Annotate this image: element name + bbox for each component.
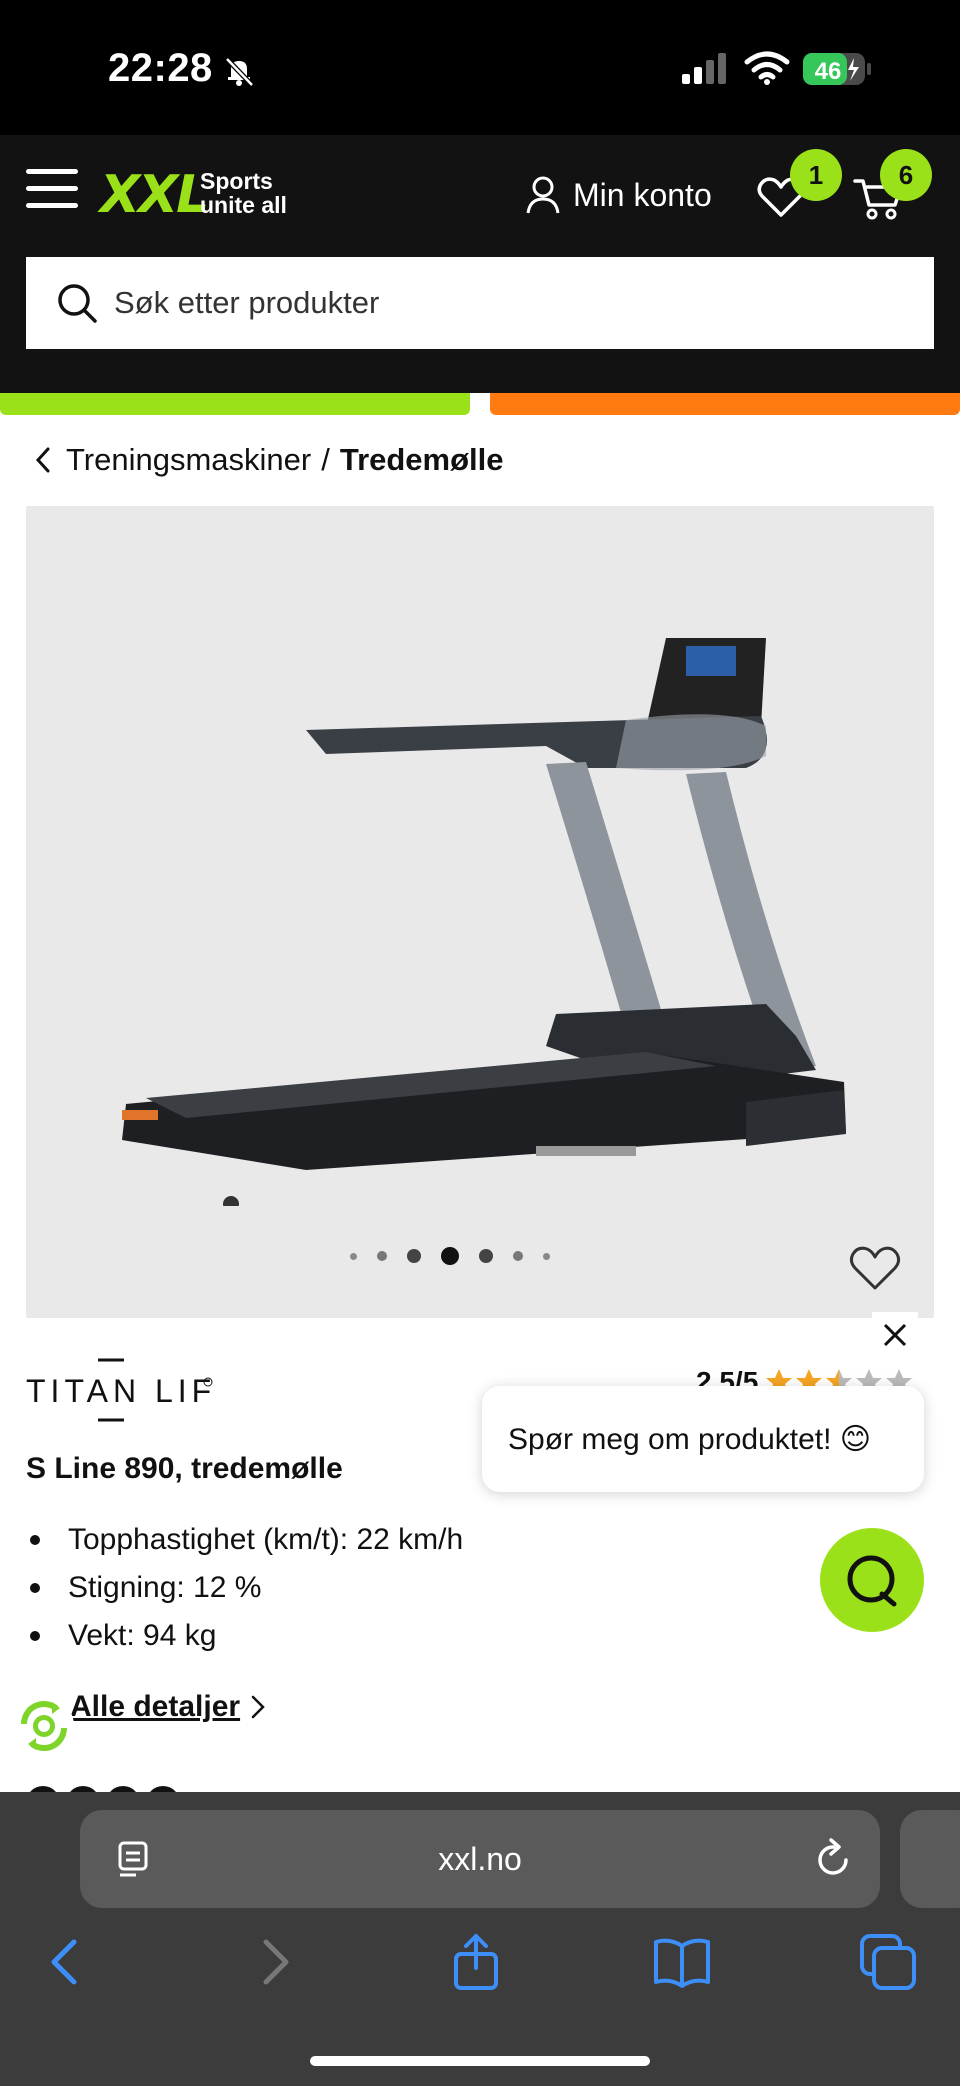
search-icon (58, 284, 97, 323)
brand-logo[interactable]: TITAN LIFE (26, 1356, 216, 1426)
breadcrumb-parent[interactable]: Treningsmaskiner (66, 442, 311, 478)
spec-item: Topphastighet (km/t): 22 km/h (26, 1516, 463, 1564)
account-label: Min konto (573, 176, 712, 213)
spec-item: Stigning: 12 % (26, 1564, 463, 1612)
reader-page-icon[interactable] (116, 1840, 152, 1880)
product-image-carousel[interactable] (26, 506, 934, 1318)
status-time: 22:28 (108, 46, 213, 90)
address-bar[interactable]: xxl.no (80, 1810, 880, 1908)
cellular-signal-icon (682, 53, 726, 84)
search-placeholder: Søk etter produkter (114, 285, 380, 320)
bookmarks-icon[interactable] (652, 1932, 712, 1992)
promo-stripe-orange (490, 393, 960, 415)
image-pagination (26, 1247, 904, 1265)
home-indicator (310, 2056, 650, 2066)
status-bar: 22:28 46 (0, 0, 960, 135)
pagination-dot[interactable] (377, 1251, 387, 1261)
next-tab-preview[interactable] (900, 1810, 960, 1908)
promo-stripe-green (0, 393, 470, 415)
chevron-left-icon[interactable] (34, 445, 52, 475)
close-chat-button[interactable] (872, 1312, 918, 1358)
bell-muted-icon (225, 57, 254, 87)
tagline-line2: unite all (200, 192, 287, 218)
recycle-badge-icon[interactable] (12, 1694, 76, 1758)
pagination-dot[interactable] (350, 1253, 357, 1260)
pagination-dot[interactable] (479, 1249, 493, 1263)
browser-nav-toolbar (0, 1932, 960, 2012)
breadcrumb-current[interactable]: Tredemølle (340, 442, 504, 478)
pagination-dot[interactable] (513, 1251, 523, 1261)
pagination-dot-active[interactable] (441, 1247, 459, 1265)
product-spec-list: Topphastighet (km/t): 22 km/h Stigning: … (26, 1516, 463, 1660)
user-icon (526, 176, 560, 214)
reload-icon[interactable] (814, 1838, 854, 1880)
battery-level: 46 (815, 58, 842, 85)
site-header: XXL Sports unite all Min konto 1 6 Søk e… (0, 135, 960, 393)
chat-bubble-icon (847, 1555, 897, 1607)
url-text: xxl.no (438, 1840, 522, 1877)
xxl-logo[interactable]: XXL (100, 165, 209, 225)
pagination-dot[interactable] (407, 1249, 421, 1263)
forward-arrow-icon[interactable] (244, 1932, 304, 1992)
battery-icon: 46 (803, 53, 871, 85)
close-icon (883, 1323, 907, 1347)
chevron-right-icon (251, 1695, 265, 1719)
chat-prompt-bubble[interactable]: Spør meg om produktet! 😊 (482, 1386, 924, 1492)
share-icon[interactable] (446, 1932, 506, 1992)
search-input[interactable]: Søk etter produkter (26, 257, 934, 349)
chat-prompt-text: Spør meg om produktet! 😊 (508, 1422, 872, 1456)
tagline-line1: Sports (200, 168, 273, 194)
all-details-label: Alle detaljer (70, 1690, 241, 1723)
breadcrumb-separator: / (321, 442, 330, 477)
back-arrow-icon[interactable] (36, 1932, 96, 1992)
pagination-dot[interactable] (543, 1253, 550, 1260)
wishlist-count-badge: 1 (790, 149, 842, 201)
tabs-icon[interactable] (858, 1932, 918, 1992)
product-title: S Line 890, tredemølle (26, 1452, 343, 1485)
brand-name: TITAN LIFE (26, 1373, 216, 1409)
browser-toolbar: xxl.no (0, 1792, 960, 2086)
hamburger-menu-icon[interactable] (26, 169, 78, 209)
cart-count-badge: 6 (880, 149, 932, 201)
all-details-link[interactable]: Alle detaljer (70, 1690, 266, 1724)
logo-tagline: Sports unite all (200, 169, 287, 217)
chat-button[interactable] (820, 1528, 924, 1632)
wifi-icon (744, 51, 790, 85)
account-link[interactable]: Min konto (525, 173, 712, 217)
breadcrumb: Treningsmaskiner / Tredemølle (34, 442, 504, 478)
favorite-heart-icon[interactable] (848, 1244, 902, 1292)
treadmill-image (122, 638, 846, 1212)
spec-item: Vekt: 94 kg (26, 1612, 463, 1660)
